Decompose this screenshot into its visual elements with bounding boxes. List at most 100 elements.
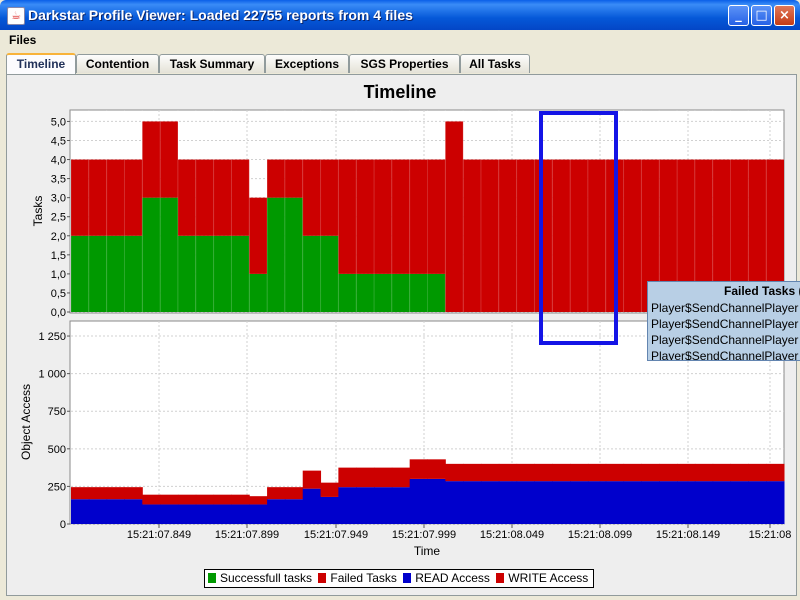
write-access-bar [267,487,286,500]
success-bar [231,235,250,312]
write-access-bar [142,494,161,505]
success-bar [213,235,232,312]
success-bar [409,273,428,312]
y-tick-label: 1 000 [38,369,66,381]
write-access-bar [124,487,143,500]
read-access-bar [480,481,500,524]
write-access-bar [374,467,393,488]
legend-item-write: WRITE Access [496,570,588,587]
failed-bar [623,159,642,312]
failed-bar [88,159,107,236]
x-tick-label: 15:21:07.899 [215,529,279,541]
failed-bar [213,159,232,236]
legend-label: WRITE Access [508,571,589,585]
write-access-bar [766,463,785,482]
read-access-bar [71,499,90,524]
write-access-bar [480,463,500,482]
y-tick-label: 500 [48,444,66,456]
read-access-bar [748,481,767,524]
write-access-bar [730,463,749,482]
success-bar [391,273,410,312]
write-access-bar [177,494,197,505]
x-tick-label: 15:21:07.999 [392,529,456,541]
success-bar [267,197,285,312]
read-access-bar [142,504,161,524]
failed-bar [516,159,535,312]
read-access-bar [409,478,428,524]
y-tick-label: 2,0 [51,231,66,243]
read-access-bar [677,481,696,524]
failed-bar [142,121,161,198]
failed-bar [71,159,89,236]
read-access-bar [605,481,625,524]
x-tick-label: 15:21:08.149 [656,529,720,541]
failed-tasks-tooltip: Failed Tasks ( Player$SendChannelPlayer … [647,281,800,361]
tooltip-row: Player$SendChannelPlayer [651,333,799,347]
write-access-bar [659,463,678,482]
success-bar [71,235,89,312]
failed-bar [302,159,321,236]
read-access-bar [195,504,215,524]
success-bar [284,197,303,312]
read-access-bar [391,487,411,524]
failed-bar [195,159,214,236]
failed-bar [106,159,125,236]
write-access-bar [712,463,732,482]
y-tick-label: 0 [60,519,66,531]
write-access-bar [552,463,571,482]
failed-bar [498,159,517,312]
read-swatch [403,573,412,583]
read-access-bar [160,504,179,524]
write-access-bar [677,463,696,482]
read-access-bar [641,481,660,524]
write-access-bar [284,487,304,500]
legend-item-failed: Failed Tasks [318,570,397,587]
read-access-bar [249,504,268,524]
read-access-bar [302,488,322,524]
failed-bar [267,159,285,198]
x-tick-label: 15:21:08.099 [568,529,632,541]
y-tick-label: 1,0 [51,269,66,281]
write-access-bar [356,467,375,488]
x-tick-label: 15:21:08.049 [480,529,544,541]
read-access-bar [374,487,393,524]
failed-bar [320,159,339,236]
success-bar [124,235,143,312]
failed-bar [445,121,464,312]
tooltip-title: Failed Tasks ( [724,284,800,298]
write-access-bar [516,463,535,482]
write-access-bar [88,487,108,500]
y-tick-label: 3,0 [51,193,66,205]
write-access-bar [498,463,518,482]
read-access-bar [463,481,482,524]
write-access-bar [338,467,357,488]
failed-bar [356,159,375,274]
write-access-bar [694,463,714,482]
read-access-bar [213,504,232,524]
read-access-bar [498,481,518,524]
success-bar [249,273,268,312]
write-swatch [496,573,505,583]
write-access-bar [623,463,642,482]
highlight-box [539,111,618,345]
failed-bar [160,121,178,198]
write-access-bar [195,494,215,505]
read-access-bar [766,481,785,524]
read-access-bar [320,496,339,524]
failed-bar [427,159,446,274]
failed-swatch [318,573,327,583]
success-bar [356,273,375,312]
read-access-bar [427,478,446,524]
x-tick-label: 15:21:07.949 [304,529,368,541]
failed-bar [249,197,268,274]
read-access-bar [570,481,589,524]
failed-bar [374,159,392,274]
read-access-bar [730,481,749,524]
failed-bar [391,159,410,274]
write-access-bar [748,463,767,482]
read-access-bar [267,499,286,524]
write-access-bar [160,494,179,505]
read-access-bar [177,504,197,524]
write-access-bar [71,487,90,500]
write-access-bar [213,494,232,505]
